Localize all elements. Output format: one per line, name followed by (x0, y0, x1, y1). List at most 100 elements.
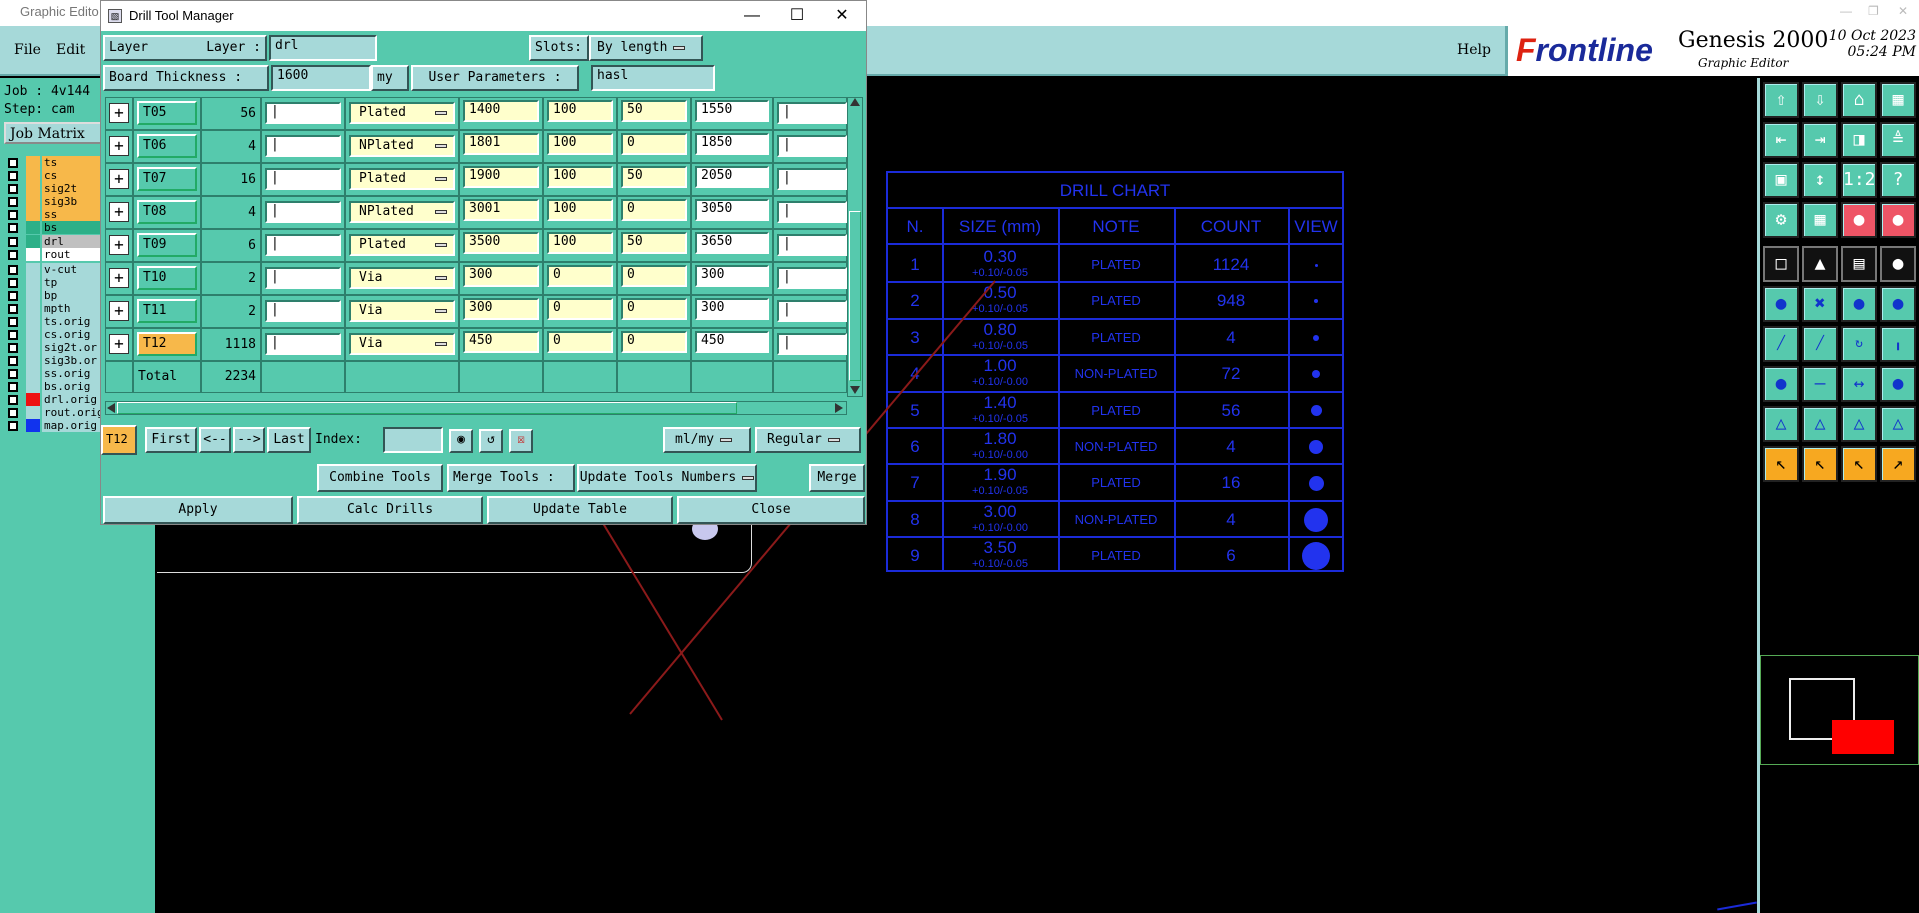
drill-size-field[interactable]: 1550 (695, 100, 769, 122)
layer-name[interactable]: ts (42, 156, 104, 169)
layer-row[interactable]: rout (4, 248, 104, 262)
layer-checkbox[interactable] (8, 184, 18, 194)
next-button[interactable]: --> (233, 427, 265, 453)
layer-checkbox[interactable] (8, 343, 18, 353)
tool-name-button[interactable]: T07 (137, 167, 197, 191)
measure-icon[interactable]: ● (1880, 202, 1916, 238)
layer-name[interactable]: sig3b (42, 195, 104, 208)
finish-size-field[interactable]: 300 (463, 298, 539, 320)
tol-minus-field[interactable]: 50 (621, 166, 687, 188)
finish-size-field[interactable]: 300 (463, 265, 539, 287)
ruler-icon[interactable]: ▤ (1841, 246, 1877, 282)
drill-size-field[interactable]: 300 (695, 265, 769, 287)
drill-size-field[interactable]: 450 (695, 331, 769, 353)
tool-comment-field[interactable]: | (265, 300, 341, 322)
merge-button[interactable]: Merge (809, 464, 865, 492)
layer-row[interactable]: v-cut (4, 263, 104, 277)
link-icon[interactable]: ● (1880, 286, 1916, 322)
layer-icon[interactable]: ● (1841, 202, 1877, 238)
user-parameters-button[interactable]: User Parameters : (411, 65, 579, 91)
layer-row[interactable]: ts (4, 156, 104, 170)
home-icon[interactable]: ⌂ (1841, 82, 1877, 118)
expand-icon[interactable]: + (109, 202, 129, 222)
drill-size-field[interactable]: 3050 (695, 199, 769, 221)
drill-size-field[interactable]: 3650 (695, 232, 769, 254)
layer-checkbox[interactable] (8, 237, 18, 247)
tool-comment-field[interactable]: | (265, 201, 341, 223)
tol-plus-field[interactable]: 100 (547, 100, 613, 122)
shape-icon[interactable]: ▲ (1802, 246, 1838, 282)
layer-name[interactable]: v-cut (42, 263, 104, 276)
layer-name[interactable]: bs (42, 221, 104, 234)
tool-type-dropdown[interactable]: NPlated (349, 201, 455, 223)
tool-name-button[interactable]: T08 (137, 200, 197, 224)
tol-minus-field[interactable]: 50 (621, 100, 687, 122)
scroll-right-icon[interactable] (835, 403, 843, 413)
menu-file[interactable]: File (14, 42, 41, 58)
layer-name[interactable]: bp (42, 289, 104, 302)
delete-icon[interactable]: ☒ (509, 429, 533, 453)
layer-row[interactable]: cs (4, 169, 104, 183)
tool-comment-field[interactable]: | (265, 102, 341, 124)
extra-field[interactable]: | (777, 300, 847, 322)
finish-size-field[interactable]: 1400 (463, 100, 539, 122)
extra-field[interactable]: | (777, 333, 847, 355)
layer-row[interactable]: drl (4, 235, 104, 249)
pad-icon[interactable]: □ (1763, 246, 1799, 282)
layer-row[interactable]: sig2t.or (4, 341, 104, 355)
drill-size-field[interactable]: 1850 (695, 133, 769, 155)
vertical-scroll-thumb[interactable] (849, 211, 861, 381)
layer-row[interactable]: ss.orig (4, 367, 104, 381)
tool-name-button[interactable]: T05 (137, 101, 197, 125)
layer-name[interactable]: mpth (42, 302, 104, 315)
extra-field[interactable]: | (777, 201, 847, 223)
open-job-icon[interactable]: ⇧ (1763, 82, 1799, 118)
tol-minus-field[interactable]: 0 (621, 133, 687, 155)
layer-checkbox[interactable] (8, 210, 18, 220)
fit-icon[interactable]: ▣ (1763, 162, 1799, 198)
layer-row[interactable]: rout.orig (4, 406, 104, 420)
finish-size-field[interactable]: 450 (463, 331, 539, 353)
connect-icon[interactable]: ● (1763, 286, 1799, 322)
layer-checkbox[interactable] (8, 197, 18, 207)
layer-name[interactable]: tp (42, 276, 104, 289)
layer-checkbox[interactable] (8, 421, 18, 431)
line-icon[interactable]: ╱ (1763, 326, 1799, 362)
layer-checkbox[interactable] (8, 395, 18, 405)
layer-checkbox[interactable] (8, 223, 18, 233)
index-field[interactable] (383, 427, 443, 453)
dialog-close-icon[interactable]: ✕ (819, 1, 865, 31)
tol-plus-field[interactable]: 100 (547, 232, 613, 254)
tol-plus-field[interactable]: 0 (547, 298, 613, 320)
node-icon[interactable]: ● (1841, 286, 1877, 322)
extra-field[interactable]: | (777, 102, 847, 124)
dash-icon[interactable]: — (1802, 366, 1838, 402)
dot-icon[interactable]: ● (1880, 246, 1916, 282)
drill-size-field[interactable]: 300 (695, 298, 769, 320)
move-icon[interactable]: ↖ (1841, 446, 1877, 482)
split-icon[interactable]: ≜ (1880, 122, 1916, 158)
save-icon[interactable]: ⇩ (1802, 82, 1838, 118)
layer-row[interactable]: map.orig (4, 419, 104, 433)
route-icon[interactable]: ● (1763, 366, 1799, 402)
tool-type-dropdown[interactable]: Plated (349, 234, 455, 256)
slots-dropdown[interactable]: By length (589, 35, 703, 61)
layer-row[interactable]: bs.orig (4, 380, 104, 394)
layer-row[interactable]: ts.orig (4, 315, 104, 329)
extra-field[interactable]: | (777, 135, 847, 157)
tool-name-button[interactable]: T12 (137, 332, 197, 356)
tool-name-button[interactable]: T11 (137, 299, 197, 323)
tool-type-dropdown[interactable]: Via (349, 267, 455, 289)
fill-icon[interactable]: ● (1880, 366, 1916, 402)
close-icon[interactable]: ✕ (1898, 4, 1908, 18)
update-table-button[interactable]: Update Table (487, 496, 673, 524)
tol-plus-field[interactable]: 0 (547, 331, 613, 353)
layout-icon[interactable]: ▦ (1880, 82, 1916, 118)
tool-name-button[interactable]: T10 (137, 266, 197, 290)
tool-type-dropdown[interactable]: Via (349, 333, 455, 355)
units-dropdown[interactable]: ml/my (663, 427, 751, 453)
layer-row[interactable]: drl.orig (4, 393, 104, 407)
tol-minus-field[interactable]: 0 (621, 298, 687, 320)
layer-row[interactable]: sig3b.or (4, 354, 104, 368)
tool-type-dropdown[interactable]: Plated (349, 168, 455, 190)
